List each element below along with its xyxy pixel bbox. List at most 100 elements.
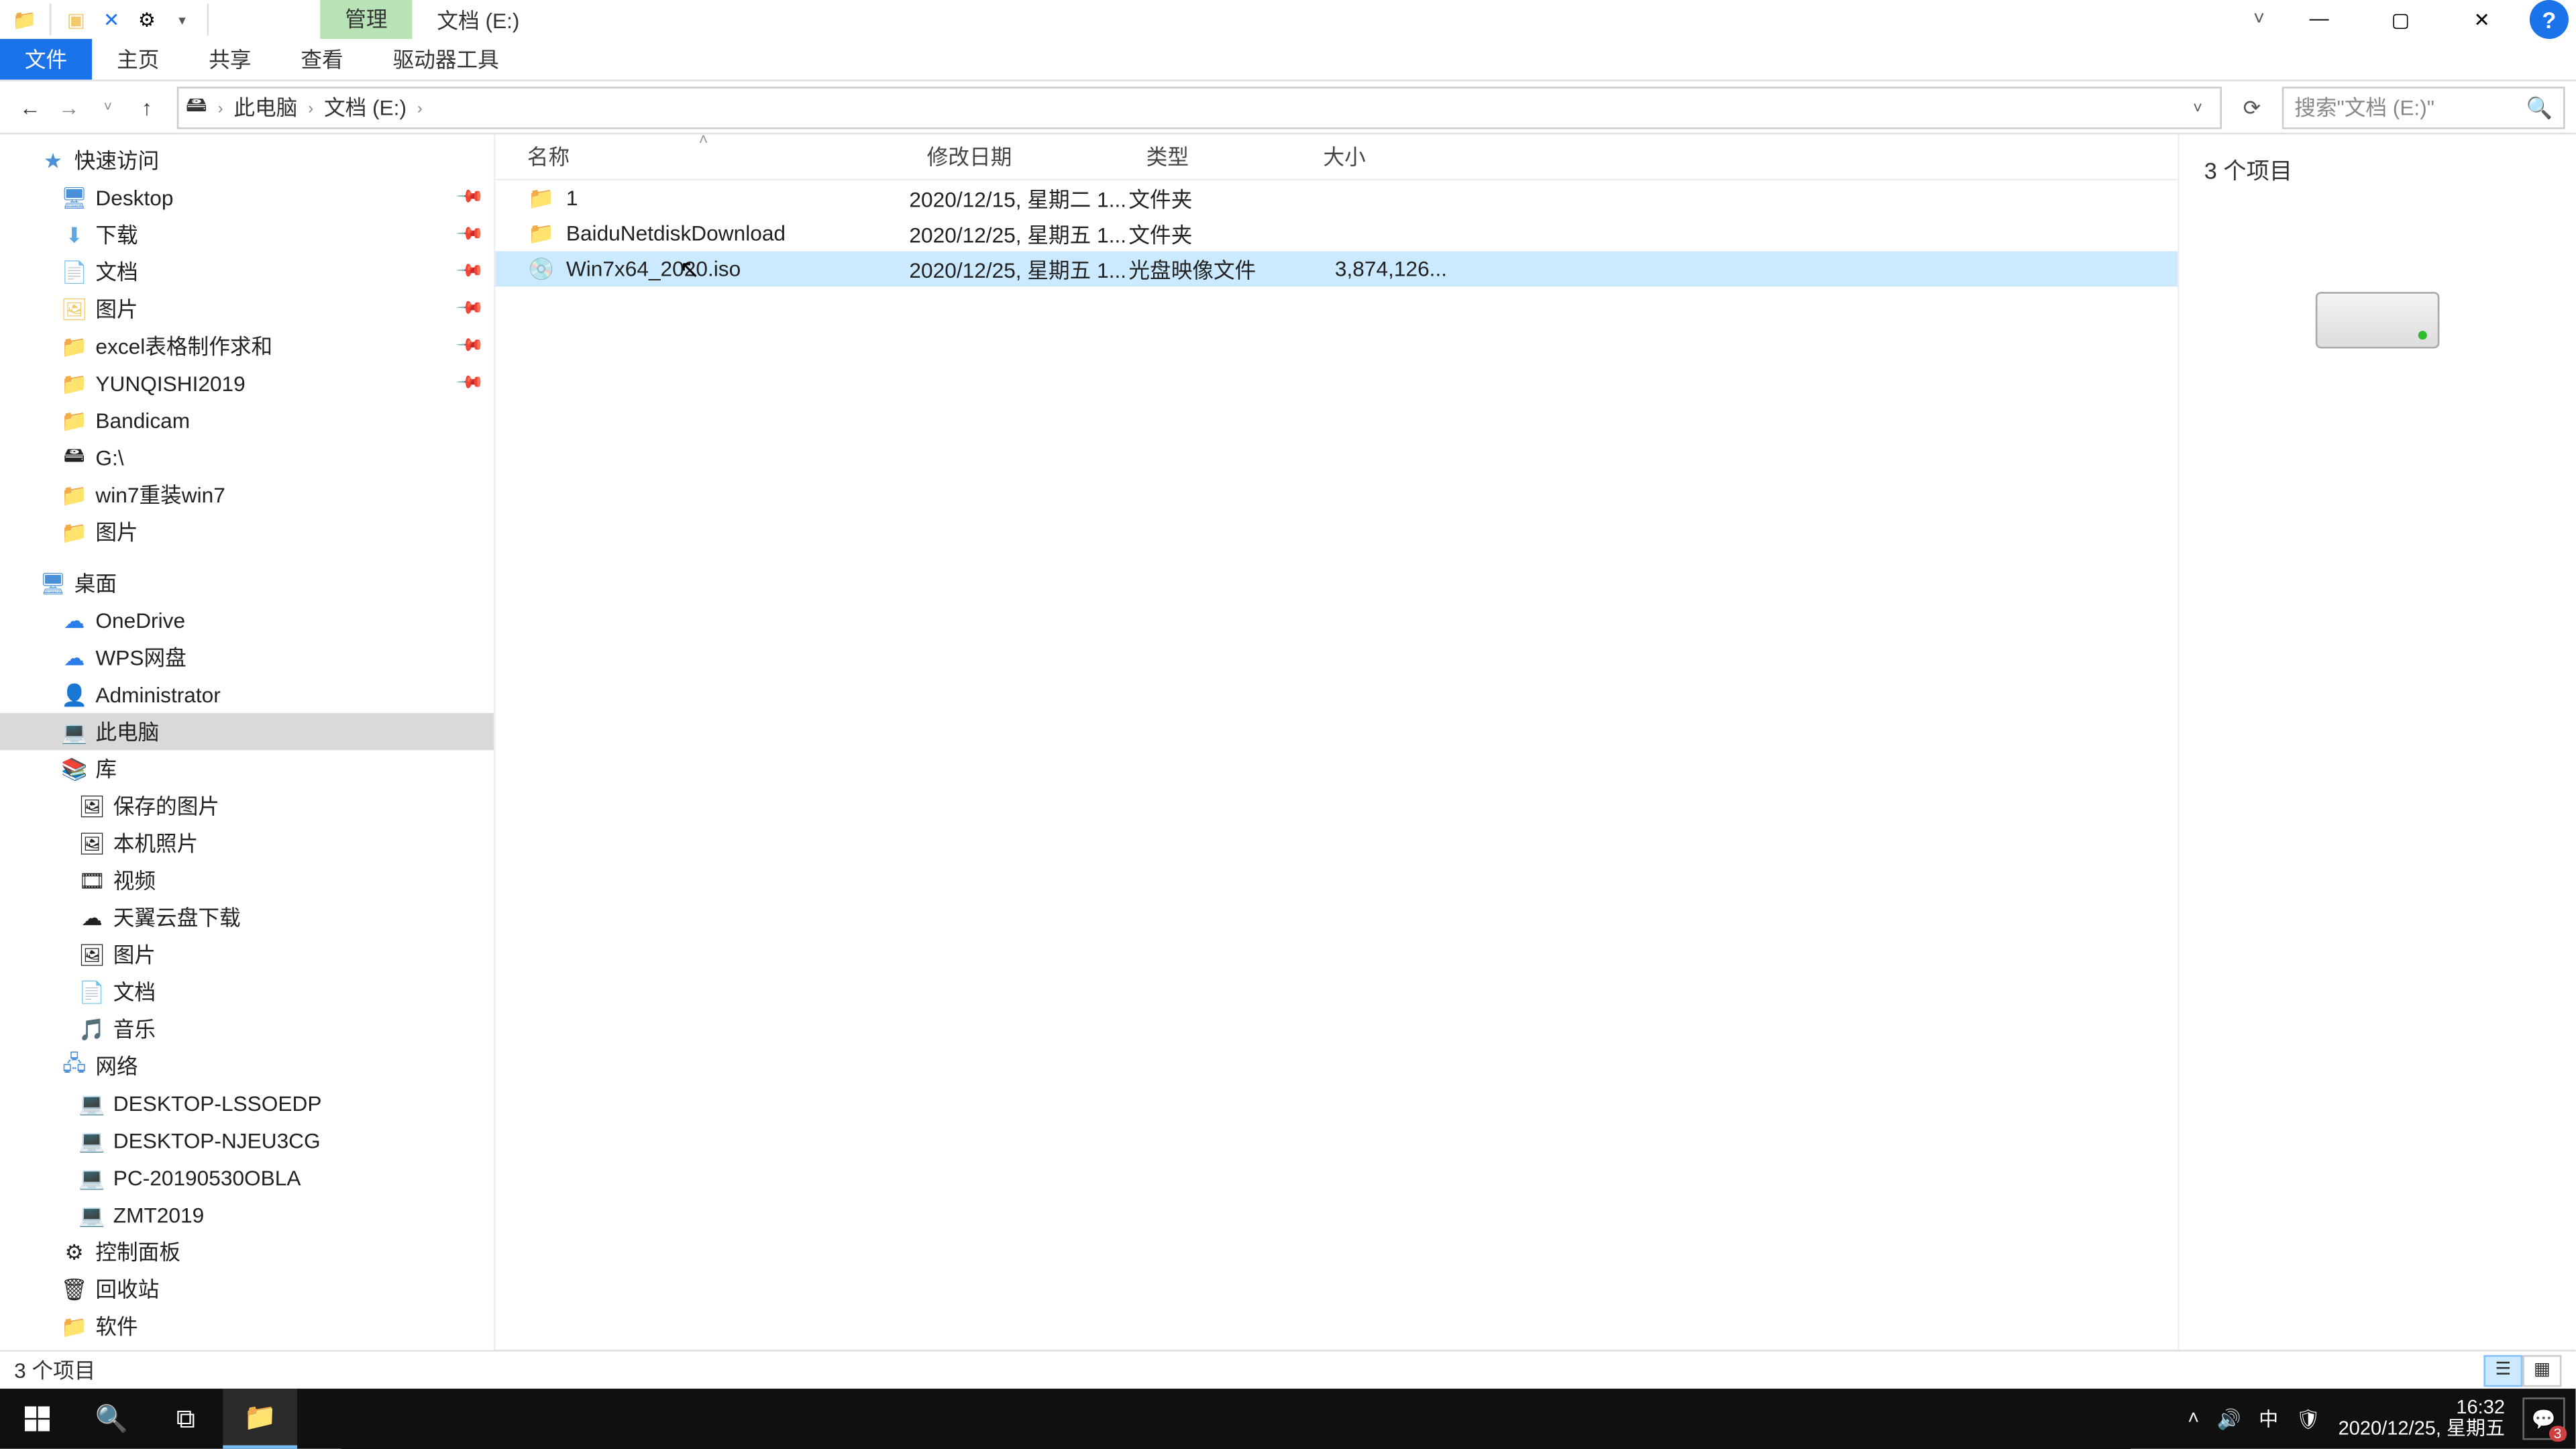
file-row[interactable]: 📁1 2020/12/15, 星期二 1... 文件夹 (495, 180, 2178, 216)
maximize-button[interactable]: ▢ (2360, 0, 2441, 39)
volume-icon[interactable]: 🔊 (2217, 1407, 2241, 1430)
new-folder-icon[interactable]: ✕ (94, 2, 129, 38)
column-modified[interactable]: 修改日期 (909, 142, 1128, 172)
tree-excel[interactable]: 📁excel表格制作求和📌 (0, 327, 494, 364)
tree-onedrive[interactable]: ☁OneDrive (0, 602, 494, 639)
search-input[interactable]: 搜索"文档 (E:)" 🔍 (2282, 86, 2565, 128)
tree-recycle[interactable]: 🗑回收站 (0, 1270, 494, 1307)
nav-up-button[interactable]: ↑ (127, 88, 166, 127)
file-list-pane[interactable]: ˄ 名称 修改日期 类型 大小 📁1 2020/12/15, 星期二 1... … (495, 134, 2178, 1350)
tab-share[interactable]: 共享 (184, 39, 276, 80)
file-row[interactable]: 📁BaiduNetdiskDownload 2020/12/25, 星期五 1.… (495, 216, 2178, 252)
tree-quick-access[interactable]: ★快速访问 (0, 142, 494, 178)
column-size[interactable]: 大小 (1305, 142, 1447, 172)
tree-files[interactable]: 📁文件 (0, 1344, 494, 1350)
ime-indicator[interactable]: 中 (2259, 1405, 2278, 1433)
tree-yunqishi[interactable]: 📁YUNQISHI2019📌 (0, 364, 494, 401)
tree-music[interactable]: 🎵音乐 (0, 1010, 494, 1047)
start-button[interactable] (0, 1389, 74, 1449)
tree-win7reinstall[interactable]: 📁win7重装win7 (0, 476, 494, 513)
tree-pictures2[interactable]: 📁图片 (0, 513, 494, 550)
quick-access-toolbar: 📁 ▣ ✕ ⚙ ▾ (0, 2, 216, 38)
breadcrumb-thispc[interactable]: 此电脑 (233, 92, 297, 122)
properties-icon[interactable]: ▣ (58, 2, 94, 38)
tree-saved-pics[interactable]: 🖼保存的图片 (0, 787, 494, 824)
refresh-button[interactable]: ⟳ (2233, 88, 2271, 127)
task-view-button[interactable]: ⧉ (149, 1389, 223, 1449)
context-tab-manage[interactable]: 管理 (320, 0, 412, 39)
tree-pc2[interactable]: 💻DESKTOP-NJEU3CG (0, 1122, 494, 1159)
pc-icon: 💻 (78, 1200, 106, 1228)
details-view-button[interactable]: ☰ (2483, 1354, 2522, 1386)
tree-thispc[interactable]: 💻此电脑 (0, 713, 494, 750)
window-title: 文档 (E:) (412, 5, 544, 35)
tree-label: 视频 (113, 865, 156, 895)
pc-icon: 💻 (60, 717, 89, 745)
tree-label: DESKTOP-LSSOEDP (113, 1091, 322, 1116)
close-button[interactable]: ✕ (2441, 0, 2522, 39)
action-center-button[interactable]: 💬 3 (2522, 1397, 2565, 1440)
tray-overflow-icon[interactable]: ˄ (2188, 1408, 2199, 1430)
tree-label: 下载 (95, 219, 138, 250)
system-menu-icon[interactable]: 📁 (7, 2, 43, 38)
tree-tianyi[interactable]: ☁天翼云盘下载 (0, 899, 494, 936)
tree-wps[interactable]: ☁WPS网盘 (0, 639, 494, 676)
chevron-right-icon[interactable]: › (414, 98, 426, 115)
ribbon-tabs: 文件 主页 共享 查看 驱动器工具 (0, 39, 2575, 81)
tree-library[interactable]: 📚库 (0, 750, 494, 787)
tree-label: 音乐 (113, 1014, 156, 1044)
tree-control-panel[interactable]: ⚙控制面板 (0, 1233, 494, 1270)
file-row-selected[interactable]: 💿Win7x64_2020.iso 2020/12/25, 星期五 1... 光… (495, 251, 2178, 286)
tree-documents[interactable]: 📄文档📌 (0, 253, 494, 290)
navigation-tree[interactable]: ★快速访问 🖥Desktop📌 ⬇下载📌 📄文档📌 🖼图片📌 📁excel表格制… (0, 134, 495, 1350)
address-bar[interactable]: 🖴 › 此电脑 › 文档 (E:) › ˅ (177, 86, 2222, 128)
tree-video[interactable]: 🎞视频 (0, 861, 494, 898)
nav-back-button[interactable]: ← (11, 88, 50, 127)
tree-desktop[interactable]: 🖥Desktop📌 (0, 178, 494, 215)
ribbon-collapse-icon[interactable]: ˅ (2239, 0, 2278, 39)
app-icon[interactable]: ⚙ (129, 2, 165, 38)
tree-gdrive[interactable]: 🖴G:\ (0, 439, 494, 476)
tiles-view-button[interactable]: ▦ (2522, 1354, 2561, 1386)
nav-history-dropdown[interactable]: ˅ (89, 88, 127, 127)
breadcrumb-drive[interactable]: 文档 (E:) (324, 92, 407, 122)
column-type[interactable]: 类型 (1128, 142, 1305, 172)
nav-forward-button[interactable]: → (50, 88, 89, 127)
tree-pc3[interactable]: 💻PC-20190530OBLA (0, 1159, 494, 1195)
minimize-button[interactable]: — (2278, 0, 2359, 39)
tree-pictures3[interactable]: 🖼图片 (0, 936, 494, 973)
tab-drive-tools[interactable]: 驱动器工具 (368, 39, 524, 80)
security-icon[interactable]: 🛡 (2296, 1407, 2320, 1430)
tree-pictures[interactable]: 🖼图片📌 (0, 290, 494, 327)
tree-desktop-root[interactable]: 🖥桌面 (0, 564, 494, 601)
tab-home[interactable]: 主页 (92, 39, 184, 80)
notification-badge: 3 (2548, 1426, 2567, 1442)
status-text: 3 个项目 (14, 1355, 95, 1385)
tree-label: WPS网盘 (95, 642, 186, 672)
tree-downloads[interactable]: ⬇下载📌 (0, 216, 494, 253)
chevron-right-icon[interactable]: › (305, 98, 317, 115)
tree-label: 文档 (95, 256, 138, 286)
tab-file[interactable]: 文件 (0, 39, 92, 80)
tree-documents2[interactable]: 📄文档 (0, 973, 494, 1010)
tab-view[interactable]: 查看 (276, 39, 368, 80)
tree-pc1[interactable]: 💻DESKTOP-LSSOEDP (0, 1084, 494, 1121)
tree-label: ZMT2019 (113, 1202, 204, 1227)
explorer-taskbar-button[interactable]: 📁 (223, 1389, 297, 1449)
search-icon[interactable]: 🔍 (2526, 95, 2553, 119)
tree-software[interactable]: 📁软件 (0, 1307, 494, 1344)
tree-network[interactable]: 🖧网络 (0, 1047, 494, 1084)
tree-camera-roll[interactable]: 🖼本机照片 (0, 824, 494, 861)
tree-pc4[interactable]: 💻 ZMT2019 (0, 1196, 494, 1233)
address-row: ← → ˅ ↑ 🖴 › 此电脑 › 文档 (E:) › ˅ ⟳ 搜索"文档 (E… (0, 81, 2575, 134)
recycle-bin-icon: 🗑 (60, 1275, 89, 1303)
search-button[interactable]: 🔍 (74, 1389, 149, 1449)
tree-admin[interactable]: 👤Administrator (0, 676, 494, 712)
chevron-right-icon[interactable]: › (214, 98, 226, 115)
qat-dropdown-icon[interactable]: ▾ (164, 2, 200, 38)
tree-bandicam[interactable]: 📁Bandicam (0, 402, 494, 439)
help-icon[interactable]: ? (2530, 0, 2569, 39)
column-headers: ˄ 名称 修改日期 类型 大小 (495, 134, 2178, 180)
address-dropdown-icon[interactable]: ˅ (2182, 98, 2213, 115)
taskbar-clock[interactable]: 16:32 2020/12/25, 星期五 (2339, 1397, 2505, 1440)
